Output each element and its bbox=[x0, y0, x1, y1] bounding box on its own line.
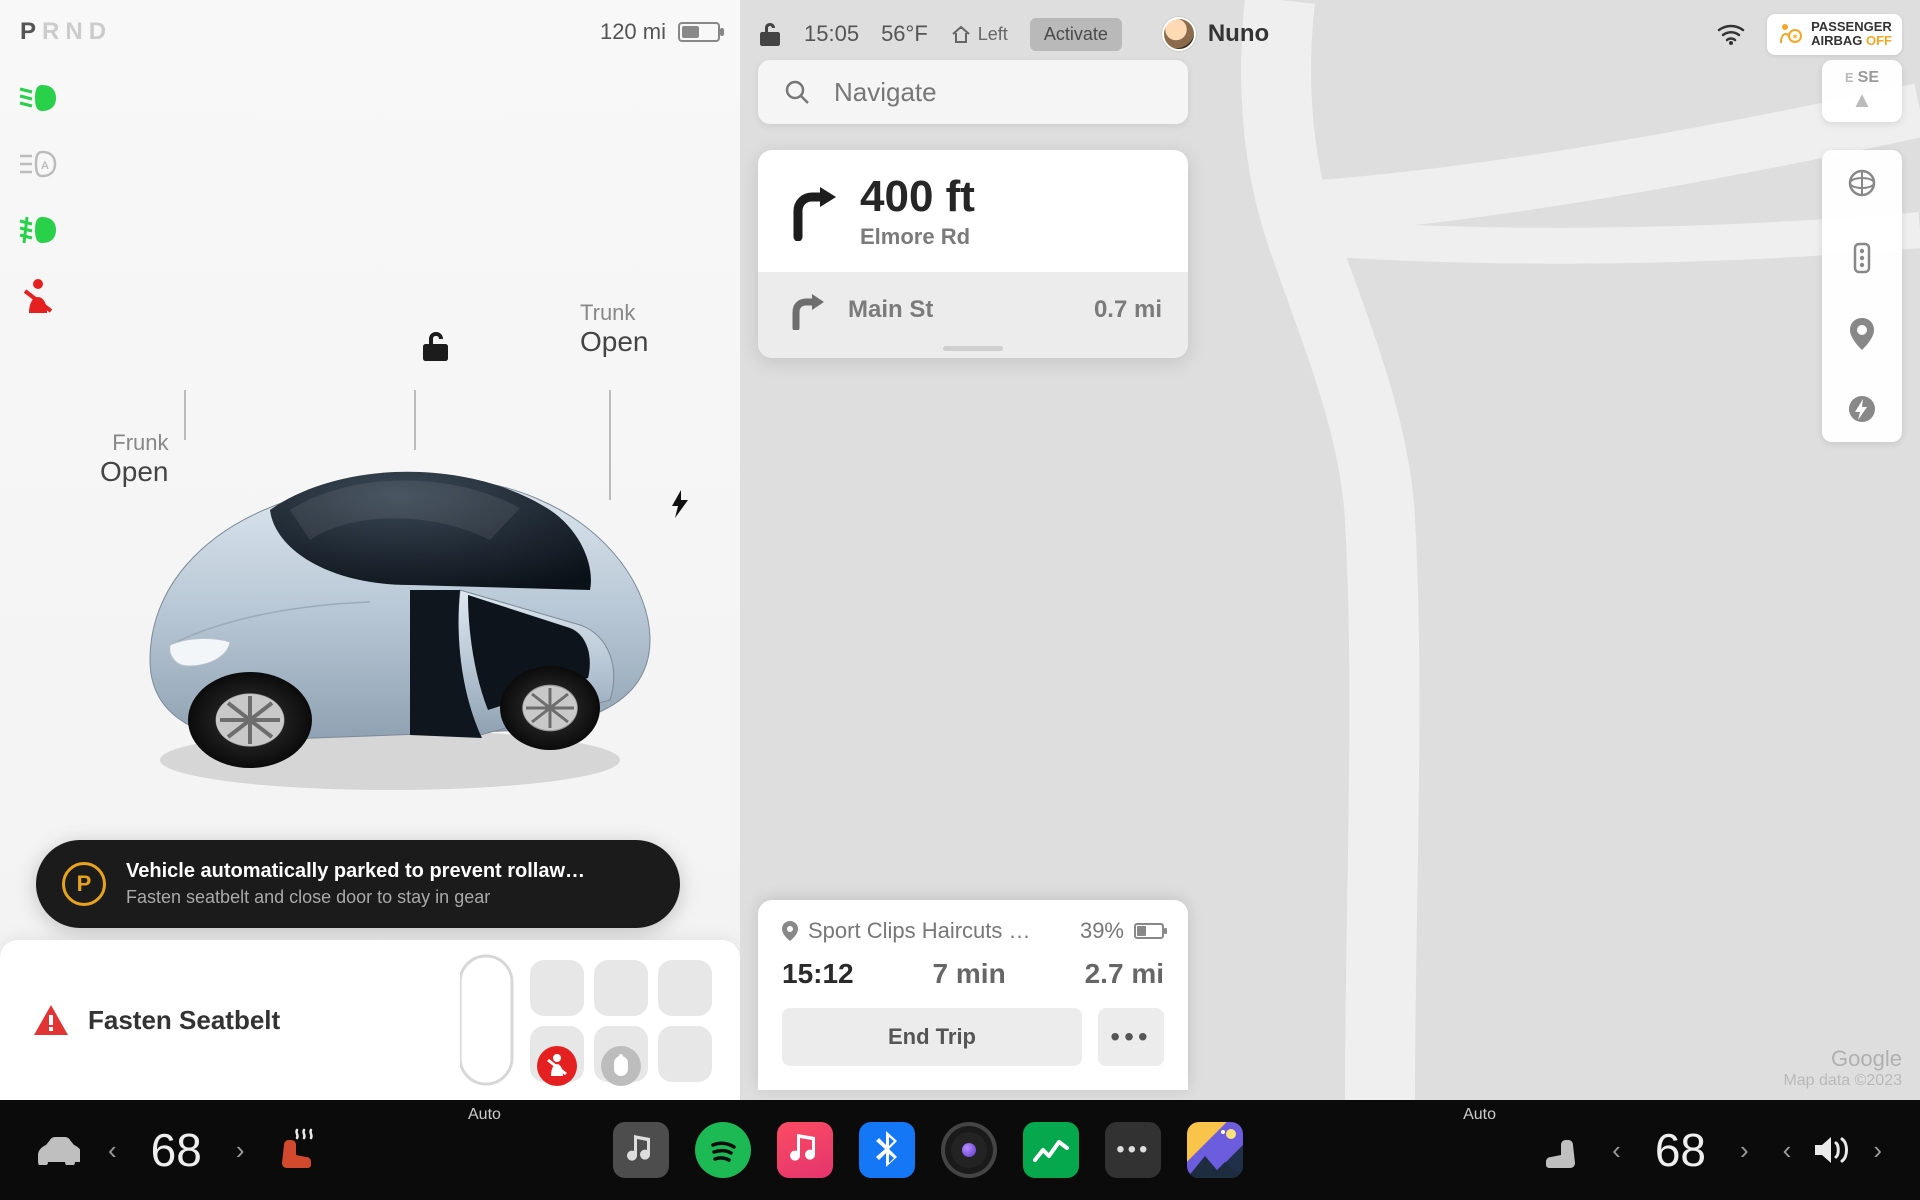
seatbelt-warning-icon bbox=[18, 278, 58, 314]
turn-card-handle[interactable] bbox=[758, 348, 1188, 358]
turn-road: Elmore Rd bbox=[860, 224, 975, 250]
climate-auto-right-label: Auto bbox=[1463, 1106, 1496, 1124]
svg-text:A: A bbox=[41, 160, 49, 172]
driver-name: Nuno bbox=[1208, 20, 1269, 48]
seat-occupancy-map bbox=[460, 950, 720, 1090]
seatbelt-card[interactable]: Fasten Seatbelt bbox=[0, 940, 740, 1100]
temp-left[interactable]: 68 bbox=[141, 1123, 212, 1177]
seat-heat-right-button[interactable] bbox=[1532, 1122, 1588, 1178]
wifi-icon[interactable] bbox=[1717, 23, 1745, 45]
turn2-road: Main St bbox=[848, 296, 933, 324]
turn-distance: 400 ft bbox=[860, 172, 975, 222]
driver-profile[interactable]: Nuno bbox=[1162, 17, 1269, 51]
end-trip-button[interactable]: End Trip bbox=[782, 1008, 1082, 1066]
map-attribution: Google Map data ©2023 bbox=[1783, 1046, 1902, 1090]
temp-right-up[interactable]: › bbox=[1730, 1135, 1759, 1166]
app-spotify[interactable] bbox=[695, 1122, 751, 1178]
gear-r: R bbox=[42, 18, 59, 45]
volume-up[interactable]: › bbox=[1863, 1135, 1892, 1166]
search-icon bbox=[784, 79, 810, 105]
gear-n: N bbox=[65, 18, 82, 45]
battery-icon[interactable] bbox=[678, 22, 720, 42]
eta-distance: 2.7 mi bbox=[1085, 958, 1164, 990]
map-pane[interactable]: 15:05 56°F Left Activate Nuno ✶ PASSENG bbox=[740, 0, 1920, 1100]
arrival-battery-icon bbox=[1134, 923, 1164, 939]
app-bluetooth[interactable] bbox=[859, 1122, 915, 1178]
pin-icon bbox=[782, 921, 798, 941]
climate-auto-left-label: Auto bbox=[468, 1106, 501, 1124]
fog-light-icon bbox=[18, 212, 58, 248]
telltale-column: A bbox=[18, 80, 58, 314]
volume-button[interactable] bbox=[1815, 1135, 1849, 1165]
car-controls-button[interactable] bbox=[28, 1122, 84, 1178]
charge-bolt-icon bbox=[670, 490, 690, 518]
gear-p: P bbox=[20, 18, 36, 45]
avatar-icon bbox=[1162, 17, 1196, 51]
map-center-button[interactable] bbox=[1849, 318, 1875, 350]
turn-right-icon bbox=[784, 181, 838, 241]
app-apple-music[interactable] bbox=[777, 1122, 833, 1178]
map-chargers-button[interactable] bbox=[1847, 394, 1877, 424]
arrival-soc: 39% bbox=[1080, 918, 1124, 944]
turn-secondary: Main St 0.7 mi bbox=[758, 272, 1188, 348]
unlock-icon[interactable] bbox=[420, 330, 450, 364]
auto-high-beam-icon: A bbox=[18, 146, 58, 182]
lock-toggle-icon[interactable] bbox=[758, 20, 782, 48]
seat-heat-left-button[interactable] bbox=[269, 1122, 325, 1178]
map-tools bbox=[1822, 150, 1902, 442]
homelink-label: Left bbox=[978, 24, 1008, 45]
gear-d: D bbox=[89, 18, 106, 45]
activate-button[interactable]: Activate bbox=[1030, 18, 1122, 51]
bottom-bar: Auto Auto ‹ 68 › ••• ‹ 68 › ‹ bbox=[0, 1100, 1920, 1200]
temp-right-down[interactable]: ‹ bbox=[1602, 1135, 1631, 1166]
nav-search-placeholder: Navigate bbox=[834, 77, 937, 108]
alert-title: Vehicle automatically parked to prevent … bbox=[126, 860, 585, 883]
warning-triangle-icon bbox=[34, 1005, 68, 1035]
park-alert[interactable]: P Vehicle automatically parked to preven… bbox=[36, 840, 680, 928]
vehicle-pane: PRND 120 mi A bbox=[0, 0, 740, 1100]
status-bar-left: PRND 120 mi bbox=[20, 18, 720, 46]
compass[interactable]: ESE ▲ bbox=[1822, 60, 1902, 122]
destination-card[interactable]: Sport Clips Haircuts … 39% 15:12 7 min 2… bbox=[758, 900, 1188, 1090]
car-render bbox=[110, 390, 670, 810]
destination-name: Sport Clips Haircuts … bbox=[808, 918, 1070, 944]
turn2-distance: 0.7 mi bbox=[1094, 296, 1162, 324]
clock: 15:05 bbox=[804, 21, 859, 47]
nav-search[interactable]: Navigate bbox=[758, 60, 1188, 124]
low-beam-icon bbox=[18, 80, 58, 116]
eta-duration: 7 min bbox=[933, 958, 1006, 990]
car-visualization: Trunk Open Frunk Open bbox=[70, 280, 710, 840]
app-more[interactable]: ••• bbox=[1105, 1122, 1161, 1178]
app-theater[interactable] bbox=[1187, 1122, 1243, 1178]
svg-text:✶: ✶ bbox=[1792, 33, 1798, 41]
trunk-callout[interactable]: Trunk Open bbox=[580, 300, 649, 358]
turn-card[interactable]: 400 ft Elmore Rd Main St 0.7 mi bbox=[758, 150, 1188, 358]
trip-more-button[interactable]: ••• bbox=[1098, 1008, 1164, 1066]
alert-subtitle: Fasten seatbelt and close door to stay i… bbox=[126, 887, 585, 908]
airbag-badge: ✶ PASSENGERAIRBAG OFF bbox=[1767, 14, 1902, 55]
turn-right-small-icon bbox=[784, 290, 826, 330]
temp-left-down[interactable]: ‹ bbox=[98, 1135, 127, 1166]
gear-selector: PRND bbox=[20, 18, 112, 46]
map-satellite-button[interactable] bbox=[1847, 168, 1877, 198]
app-music[interactable] bbox=[613, 1122, 669, 1178]
seatbelt-card-text: Fasten Seatbelt bbox=[88, 1005, 280, 1036]
range-remaining: 120 mi bbox=[600, 19, 666, 45]
turn-primary: 400 ft Elmore Rd bbox=[758, 150, 1188, 272]
trunk-state: Open bbox=[580, 326, 649, 358]
volume-down[interactable]: ‹ bbox=[1773, 1135, 1802, 1166]
app-energy[interactable] bbox=[1023, 1122, 1079, 1178]
north-arrow-icon: ▲ bbox=[1851, 87, 1873, 113]
outside-temp: 56°F bbox=[881, 21, 928, 47]
temp-left-up[interactable]: › bbox=[226, 1135, 255, 1166]
app-dashcam[interactable] bbox=[941, 1122, 997, 1178]
status-bar-right: 15:05 56°F Left Activate Nuno ✶ PASSENG bbox=[758, 14, 1902, 55]
eta-time: 15:12 bbox=[782, 958, 854, 990]
app-tray: ••• bbox=[613, 1122, 1243, 1178]
temp-right[interactable]: 68 bbox=[1645, 1123, 1716, 1177]
map-traffic-button[interactable] bbox=[1852, 242, 1872, 274]
trunk-label: Trunk bbox=[580, 300, 635, 325]
homelink[interactable]: Left bbox=[950, 23, 1008, 45]
park-badge-icon: P bbox=[62, 862, 106, 906]
